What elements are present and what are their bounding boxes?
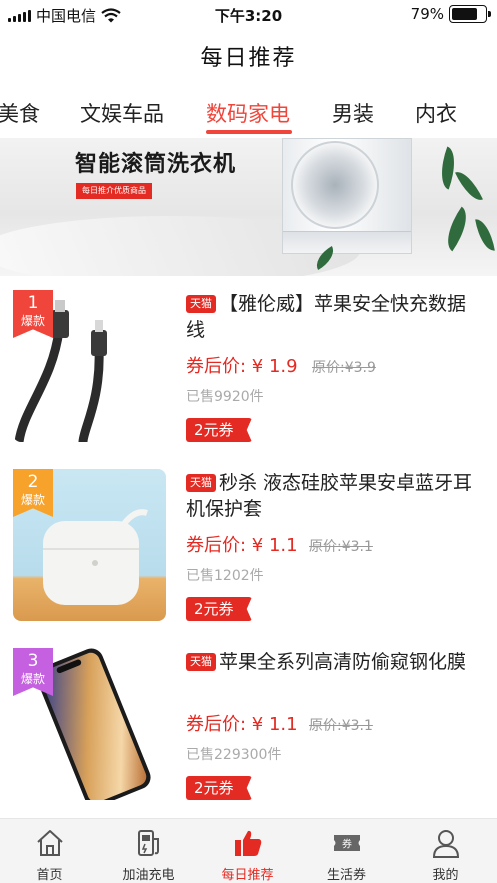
nav-label: 每日推荐: [221, 868, 274, 883]
tab-entertainment-auto[interactable]: 文娱车品: [80, 98, 164, 128]
product-title-text: 秒杀 液态硅胶苹果安卓蓝牙耳机保护套: [186, 472, 473, 520]
nav-daily-picks[interactable]: 每日推荐: [198, 819, 297, 883]
svg-text:券: 券: [342, 838, 352, 851]
tab-digital-appliances[interactable]: 数码家电: [206, 98, 290, 128]
coupon-price: 券后价: ¥ 1.9: [186, 356, 298, 377]
ticket-icon: 券: [333, 835, 360, 851]
plant-leaf-decoration: [433, 146, 463, 190]
rank-tag: 爆款: [20, 671, 45, 686]
status-right: 79%: [410, 5, 491, 23]
nav-life-coupons[interactable]: 券 生活券: [297, 819, 396, 883]
page-title: 每日推荐: [200, 46, 297, 71]
nav-label: 生活券: [326, 868, 366, 883]
sold-count: 已售229300件: [186, 747, 282, 763]
user-icon: [432, 830, 459, 858]
coupon-button[interactable]: 2元券: [186, 776, 252, 800]
rank-number: 2: [27, 472, 39, 492]
nav-label: 我的: [432, 868, 459, 883]
rank-tag: 爆款: [20, 313, 45, 328]
active-tab-indicator: [206, 130, 292, 134]
nav-label: 首页: [36, 868, 63, 883]
battery-icon: [449, 5, 491, 23]
tab-food[interactable]: 美食: [0, 98, 40, 128]
rank-number: 3: [27, 651, 39, 671]
nav-profile[interactable]: 我的: [396, 819, 495, 883]
product-title[interactable]: 天猫 【雅伦威】苹果安全快充数据线: [186, 291, 476, 343]
fuel-icon: [137, 830, 159, 856]
nav-fuel-charge[interactable]: 加油充电: [99, 819, 198, 883]
tmall-badge: 天猫: [186, 474, 216, 492]
product-title-text: 【雅伦威】苹果安全快充数据线: [186, 293, 467, 341]
rank-tag: 爆款: [20, 492, 45, 507]
product-item[interactable]: 1 爆款 天猫 【雅伦威】苹果安全快充数据线 券后价: ¥ 1.9 原价:¥3.9 …: [0, 278, 497, 450]
category-tabs: 美食 文娱车品 数码家电 男装 内衣: [0, 92, 497, 136]
tmall-badge: 天猫: [186, 653, 216, 671]
tab-underwear[interactable]: 内衣: [415, 98, 457, 128]
tmall-badge: 天猫: [186, 295, 216, 313]
home-icon: [36, 830, 63, 856]
banner-title: 智能滚筒洗衣机: [75, 152, 237, 177]
sold-count: 已售9920件: [186, 389, 264, 405]
battery-percent: 79%: [410, 5, 444, 23]
product-item[interactable]: 2 爆款 天猫 秒杀 液态硅胶苹果安卓蓝牙耳机保护套 券后价: ¥ 1.1 原价:¥…: [0, 457, 497, 629]
washing-machine-image: [282, 138, 412, 254]
nav-label: 加油充电: [122, 868, 175, 883]
product-title[interactable]: 天猫 苹果全系列高清防偷窥钢化膜: [186, 649, 476, 675]
product-title[interactable]: 天猫 秒杀 液态硅胶苹果安卓蓝牙耳机保护套: [186, 470, 476, 522]
bottom-nav: 首页 加油充电 每日推荐 券 生活券 我的: [0, 818, 497, 883]
tab-menswear[interactable]: 男装: [332, 98, 374, 128]
coupon-button[interactable]: 2元券: [186, 418, 252, 442]
original-price: 原价:¥3.1: [309, 718, 373, 734]
product-title-text: 苹果全系列高清防偷窥钢化膜: [219, 651, 467, 673]
sold-count: 已售1202件: [186, 568, 264, 584]
original-price: 原价:¥3.9: [312, 360, 376, 376]
rank-number: 1: [27, 293, 39, 313]
product-item[interactable]: 3 爆款 天猫 苹果全系列高清防偷窥钢化膜 券后价: ¥ 1.1 原价:¥3.1 已…: [0, 636, 497, 808]
coupon-price: 券后价: ¥ 1.1: [186, 714, 298, 735]
nav-home[interactable]: 首页: [0, 819, 99, 883]
status-bar: 中国电信 下午3:20 79%: [0, 0, 497, 28]
thumbs-up-icon: [234, 830, 261, 856]
coupon-button[interactable]: 2元券: [186, 597, 252, 621]
original-price: 原价:¥3.1: [309, 539, 373, 555]
banner-tag: 每日推介优质商品: [76, 183, 152, 199]
coupon-price: 券后价: ¥ 1.1: [186, 535, 298, 556]
promo-banner[interactable]: 智能滚筒洗衣机 每日推介优质商品: [0, 138, 497, 276]
